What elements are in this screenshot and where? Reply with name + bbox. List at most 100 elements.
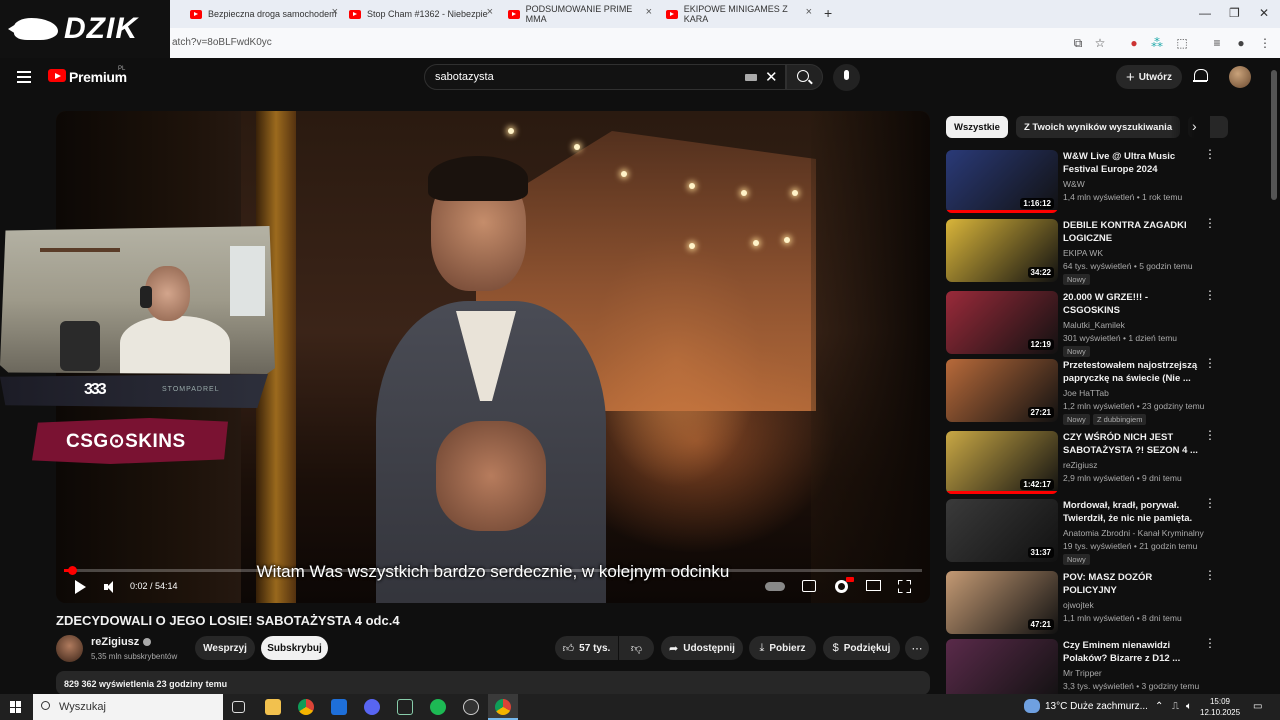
theater-mode-icon[interactable] [866, 580, 881, 591]
recommendation-channel[interactable]: Anatomia Zbrodni - Kanał Kryminalny [1063, 528, 1204, 538]
taskbar-search[interactable]: Wyszukaj [33, 694, 223, 720]
support-button[interactable]: Wesprzyj [195, 636, 255, 660]
page-scrollbar[interactable] [1271, 70, 1277, 200]
video-thumbnail[interactable]: 47:21 [946, 571, 1058, 634]
more-options-icon[interactable]: ⋮ [1204, 217, 1216, 229]
recommendation-item[interactable]: 1:16:12 W&W Live @ Ultra Music Festival E… [946, 148, 1266, 214]
task-view-icon[interactable] [232, 701, 245, 713]
obs-icon[interactable] [463, 699, 479, 715]
subscribe-button[interactable]: Subskrybuj [261, 636, 328, 660]
extension-icon[interactable]: ⁂ [1150, 36, 1164, 50]
speaker-icon[interactable]: 🔈︎ [1186, 701, 1192, 712]
share-button[interactable]: ➦ Udostępnij [661, 636, 743, 660]
weather-icon[interactable] [1024, 699, 1040, 713]
video-thumbnail[interactable]: 31:37 [946, 499, 1058, 562]
autoplay-toggle[interactable] [765, 582, 785, 591]
new-tab-button[interactable]: + [824, 5, 832, 21]
chrome-icon[interactable] [298, 699, 314, 715]
notes-app-icon[interactable] [331, 699, 347, 715]
chrome-icon[interactable] [495, 699, 511, 715]
video-thumbnail[interactable]: 27:21 [946, 359, 1058, 422]
recommendation-title[interactable]: W&W Live @ Ultra Music Festival Europe 2… [1063, 150, 1203, 176]
browser-tab[interactable]: EKIPOWE MINIGAMES Z KARA × [666, 4, 812, 24]
close-tab-icon[interactable]: × [646, 6, 652, 18]
recommendation-channel[interactable]: reZigiusz [1063, 460, 1097, 470]
chip-all[interactable]: Wszystkie [946, 116, 1008, 138]
recommendation-item[interactable]: 1:42:17 CZY WŚRÓD NICH JEST SABOTAŻYSTA ?… [946, 429, 1266, 495]
more-options-icon[interactable]: ⋮ [1204, 569, 1216, 581]
profile-avatar-icon[interactable]: ● [1234, 36, 1248, 50]
play-icon[interactable] [75, 580, 86, 594]
recommendation-channel[interactable]: W&W [1063, 179, 1085, 189]
recommendation-channel[interactable]: EKIPA WK [1063, 248, 1103, 258]
extensions-puzzle-icon[interactable]: ⬚ [1175, 36, 1189, 50]
recommendation-item[interactable]: 47:21 POV: MASZ DOZÓR POLICYJNY ojwojtek 1,… [946, 569, 1266, 635]
windows-start-icon[interactable] [10, 701, 22, 713]
cast-icon[interactable]: ⧉ [1071, 36, 1085, 50]
recommendation-title[interactable]: CZY WŚRÓD NICH JEST SABOTAŻYSTA ?! SEZON… [1063, 431, 1203, 457]
youtube-logo-icon[interactable] [48, 69, 66, 82]
search-button[interactable] [786, 64, 823, 90]
close-window-icon[interactable]: ✕ [1259, 6, 1269, 20]
tray-chevron-icon[interactable]: ⌃ [1155, 701, 1163, 712]
video-thumbnail[interactable] [946, 639, 1058, 702]
more-actions-button[interactable]: ⋯ [905, 636, 929, 660]
account-avatar[interactable] [1229, 66, 1251, 88]
close-tab-icon[interactable]: × [332, 6, 338, 18]
chip-from-search[interactable]: Z Twoich wyników wyszukiwania [1015, 116, 1181, 138]
video-thumbnail[interactable]: 12:19 [946, 291, 1058, 354]
download-button[interactable]: ⤓ Pobierz [749, 636, 816, 660]
recommendation-title[interactable]: POV: MASZ DOZÓR POLICYJNY [1063, 571, 1203, 597]
minimize-icon[interactable]: — [1199, 6, 1211, 20]
recommendation-channel[interactable]: Mr Tripper [1063, 668, 1102, 678]
chevron-right-icon[interactable]: › [1192, 118, 1197, 134]
recommendation-title[interactable]: 20.000 W GRZE!!! - CSGOSKINS [1063, 291, 1203, 317]
browser-tab[interactable]: Stop Cham #1362 - Niebezpie × [349, 4, 493, 24]
file-explorer-icon[interactable] [265, 699, 281, 715]
more-options-icon[interactable]: ⋮ [1204, 637, 1216, 649]
recommendation-channel[interactable]: Joe HaTTab [1063, 388, 1109, 398]
description-box[interactable]: 829 362 wyświetlenia 23 godziny temu [56, 671, 930, 695]
volume-icon[interactable] [104, 581, 116, 593]
progress-bar[interactable] [64, 566, 922, 575]
recommendation-title[interactable]: Przetestowałem najostrzejszą papryczkę n… [1063, 359, 1203, 385]
channel-avatar[interactable] [56, 635, 83, 662]
reading-list-icon[interactable]: ≡ [1210, 36, 1224, 50]
create-button[interactable]: + Utwórz [1116, 65, 1182, 89]
search-box[interactable]: sabotazysta ✕ [424, 64, 786, 90]
more-options-icon[interactable]: ⋮ [1204, 497, 1216, 509]
recommendation-item[interactable]: 34:22 DEBILE KONTRA ZAGADKI LOGICZNE EKIPA… [946, 217, 1266, 285]
clear-search-icon[interactable]: ✕ [765, 68, 778, 86]
scrubber-handle[interactable] [68, 566, 77, 575]
close-tab-icon[interactable]: × [806, 6, 812, 18]
keyboard-icon[interactable] [745, 74, 757, 81]
dislike-button[interactable]: 👎︎ [619, 636, 654, 660]
more-options-icon[interactable]: ⋮ [1204, 429, 1216, 441]
weather-text[interactable]: 13°C Duże zachmurz... [1045, 701, 1148, 712]
recommendation-channel[interactable]: ojwojtek [1063, 600, 1094, 610]
notification-icon[interactable]: ▭ [1253, 701, 1262, 712]
recommendation-channel[interactable]: Malutki_Kamilek [1063, 320, 1125, 330]
menu-icon[interactable] [17, 71, 31, 83]
thanks-button[interactable]: $ Podziękuj [823, 636, 900, 660]
restore-icon[interactable]: ❐ [1229, 6, 1240, 20]
browser-tab[interactable]: Bezpieczna droga samochodem × [190, 4, 338, 24]
recommendation-item[interactable]: 31:37 Mordował, kradł, porywał. Twierdził… [946, 497, 1266, 565]
extension-icon[interactable]: ● [1127, 36, 1141, 50]
browser-tab[interactable]: PODSUMOWANIE PRIME MMA × [508, 4, 652, 24]
discord-icon[interactable] [364, 699, 380, 715]
close-tab-icon[interactable]: × [487, 6, 493, 18]
channel-name[interactable]: reZigiusz [91, 636, 152, 648]
recommendation-title[interactable]: DEBILE KONTRA ZAGADKI LOGICZNE [1063, 219, 1203, 245]
video-thumbnail[interactable]: 1:16:12 [946, 150, 1058, 213]
like-button[interactable]: 👍︎ 57 tys. [555, 636, 618, 660]
video-thumbnail[interactable]: 34:22 [946, 219, 1058, 282]
more-options-icon[interactable]: ⋮ [1204, 148, 1216, 160]
search-input[interactable]: sabotazysta [435, 71, 494, 83]
browser-menu-icon[interactable]: ⋮ [1258, 36, 1272, 50]
spotify-icon[interactable] [430, 699, 446, 715]
system-clock[interactable]: 15:09 12.10.2025 [1200, 696, 1240, 718]
excel-icon[interactable] [397, 699, 413, 715]
recommendation-item[interactable]: 27:21 Przetestowałem najostrzejszą papryc… [946, 357, 1266, 425]
video-thumbnail[interactable]: 1:42:17 [946, 431, 1058, 494]
